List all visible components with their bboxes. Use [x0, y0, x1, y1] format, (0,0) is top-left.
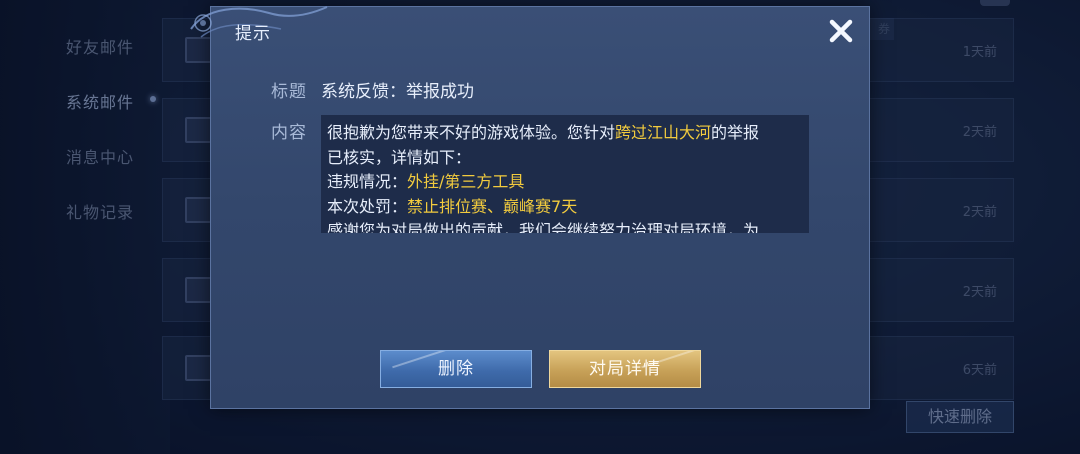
- content-label: 内容: [271, 123, 307, 143]
- game-screen: 好友邮件 系统邮件 消息中心 礼物记录 券 1天前 2天前 2天前 2天前 6天…: [0, 0, 1080, 454]
- penalty-label: 本次处罚：: [327, 196, 408, 216]
- reported-player-name: 跨过江山大河: [615, 123, 712, 142]
- content-line: 感谢您为对局做出的贡献，我们会继续努力治理对局环境，为: [327, 221, 760, 233]
- penalty-value: 禁止排位赛、巅峰赛7天: [407, 196, 578, 216]
- delete-button[interactable]: 删除: [380, 350, 532, 388]
- match-detail-button-label: 对局详情: [589, 359, 661, 379]
- content-text: 很抱歉为您带来不好的游戏体验。您针对: [327, 123, 616, 142]
- content-line: 很抱歉为您带来不好的游戏体验。您针对跨过江山大河的举报: [327, 121, 801, 146]
- dialog-header: 提示: [190, 6, 869, 53]
- content-line: 本次处罚：禁止排位赛、巅峰赛7天: [327, 195, 801, 220]
- subject-value: 系统反馈：举报成功: [321, 82, 474, 102]
- content-text: 的举报: [711, 123, 760, 142]
- close-icon[interactable]: [823, 13, 859, 49]
- subject-label: 标题: [271, 82, 307, 102]
- dialog-title: 提示: [235, 24, 271, 44]
- delete-button-label: 删除: [438, 359, 474, 379]
- violation-label: 违规情况：: [327, 172, 408, 191]
- match-detail-button[interactable]: 对局详情: [549, 350, 701, 388]
- content-line: 违规情况：外挂/第三方工具: [327, 170, 801, 195]
- notice-dialog: 提示 标题 系统反馈：举报成功 内容 很抱歉为您带来不好的游戏体验。您针对跨过江…: [190, 6, 870, 409]
- content-text-area[interactable]: 很抱歉为您带来不好的游戏体验。您针对跨过江山大河的举报 已核实，详情如下： 违规…: [321, 115, 809, 233]
- violation-value: 外挂/第三方工具: [407, 172, 525, 191]
- content-line: 已核实，详情如下：: [327, 147, 472, 167]
